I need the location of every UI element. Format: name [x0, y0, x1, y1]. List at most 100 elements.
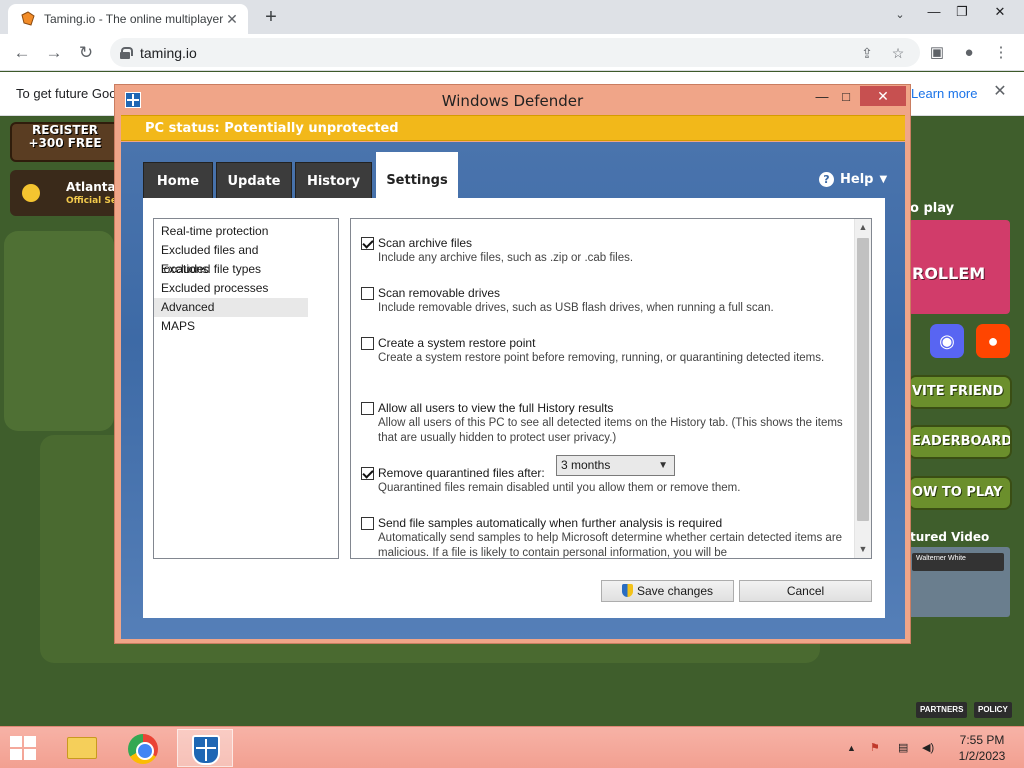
- featured-video-title: tured Video: [910, 530, 990, 544]
- browser-tab[interactable]: Taming.io - The online multiplayer ✕: [8, 4, 248, 34]
- option-description: Create a system restore point before rem…: [378, 352, 825, 364]
- defender-close-button[interactable]: ✕: [860, 86, 906, 106]
- nav-excluded-file-types[interactable]: Excluded file types: [154, 260, 308, 279]
- folder-icon: [67, 737, 97, 759]
- action-center-flag-icon[interactable]: ⚑: [870, 741, 880, 754]
- option-label: Send file samples automatically when fur…: [378, 516, 723, 530]
- info-bar-text: To get future Goo: [16, 86, 117, 101]
- option-label: Remove quarantined files after:: [378, 466, 545, 480]
- settings-content: Real-time protection Excluded files and …: [143, 198, 885, 618]
- server-selector[interactable]: Atlanta Official Se: [10, 170, 120, 216]
- scroll-down-icon[interactable]: ▼: [855, 541, 871, 558]
- save-changes-button[interactable]: Save changes: [601, 580, 734, 602]
- server-face-icon: [22, 184, 40, 202]
- clock-date: 1/2/2023: [958, 749, 1006, 763]
- quarantine-period-select[interactable]: 3 months ▼: [556, 455, 675, 476]
- option-label: Scan archive files: [378, 236, 473, 250]
- restore-point-checkbox[interactable]: [361, 336, 374, 350]
- defender-titlebar[interactable]: Windows Defender — □ ✕: [115, 85, 910, 113]
- help-menu[interactable]: ? Help ▼: [819, 172, 887, 187]
- remove-quarantined-checkbox[interactable]: [361, 466, 374, 480]
- featured-video-label: Walterner White: [912, 553, 1004, 571]
- option-history-results: Allow all users to view the full History…: [361, 400, 851, 446]
- scrollbar-thumb[interactable]: [857, 238, 869, 521]
- volume-icon[interactable]: ◀): [922, 741, 934, 754]
- option-restore-point: Create a system restore point Create a s…: [361, 335, 851, 366]
- defender-shield-icon: [192, 735, 220, 765]
- send-samples-checkbox[interactable]: [361, 516, 374, 530]
- info-bar-close-icon[interactable]: ✕: [990, 82, 1010, 102]
- nav-excluded-processes[interactable]: Excluded processes: [154, 279, 308, 298]
- tab-update[interactable]: Update: [216, 162, 292, 198]
- option-label: Create a system restore point: [378, 336, 536, 350]
- thumbnail-text: ROLLEM: [912, 264, 986, 283]
- nav-maps[interactable]: MAPS: [154, 317, 308, 336]
- chrome-icon: [128, 734, 158, 764]
- nav-excluded-files[interactable]: Excluded files and locations: [154, 241, 308, 276]
- tab-search-icon[interactable]: ⌄: [890, 8, 910, 26]
- tab-history[interactable]: History: [295, 162, 372, 198]
- tab-home[interactable]: Home: [143, 162, 213, 198]
- leaderboard-button[interactable]: EADERBOARD: [908, 425, 1012, 459]
- right-panel-title: o play: [910, 201, 955, 216]
- browser-menu-icon[interactable]: ⋮: [990, 42, 1012, 64]
- option-description: Include any archive files, such as .zip …: [378, 252, 634, 264]
- browser-close-button[interactable]: ✕: [984, 0, 1016, 26]
- lock-icon[interactable]: [120, 46, 133, 59]
- bookmark-star-icon[interactable]: ☆: [889, 44, 907, 62]
- taming-favicon-icon: [21, 11, 35, 26]
- option-send-samples: Send file samples automatically when fur…: [361, 515, 851, 558]
- address-bar[interactable]: taming.io ⇪ ☆: [110, 38, 920, 67]
- network-icon[interactable]: ▤: [898, 741, 908, 754]
- policy-button[interactable]: POLICY: [974, 702, 1012, 718]
- url-text: taming.io: [140, 44, 197, 61]
- defender-minimize-button[interactable]: —: [812, 87, 832, 107]
- uac-shield-icon: [621, 584, 633, 597]
- forward-button[interactable]: →: [41, 40, 67, 66]
- partners-button[interactable]: PARTNERS: [916, 702, 968, 718]
- scroll-up-icon[interactable]: ▲: [855, 219, 871, 236]
- reload-button[interactable]: ↻: [73, 40, 99, 66]
- browser-restore-button[interactable]: ❐: [946, 0, 978, 26]
- reddit-icon[interactable]: ●: [976, 324, 1010, 358]
- new-tab-button[interactable]: +: [260, 6, 282, 28]
- option-label: Scan removable drives: [378, 286, 501, 300]
- show-hidden-icons[interactable]: ▲: [847, 743, 856, 753]
- cancel-button[interactable]: Cancel: [739, 580, 872, 602]
- help-icon: ?: [819, 172, 834, 187]
- defender-maximize-button[interactable]: □: [836, 87, 856, 107]
- option-description: Quarantined files remain disabled until …: [378, 482, 741, 494]
- server-name: Atlanta: [66, 180, 116, 194]
- taskbar-windows-defender[interactable]: [177, 729, 233, 767]
- side-panel-icon[interactable]: ▣: [926, 42, 948, 64]
- nav-real-time-protection[interactable]: Real-time protection: [154, 222, 308, 241]
- register-bonus-label: +300 FREE: [28, 136, 102, 150]
- invite-friend-button[interactable]: VITE FRIEND: [908, 375, 1012, 409]
- nav-advanced[interactable]: Advanced: [154, 298, 308, 317]
- taskbar-file-explorer[interactable]: [53, 729, 109, 767]
- register-button[interactable]: REGISTER +300 FREE: [10, 122, 120, 162]
- history-results-checkbox[interactable]: [361, 401, 374, 415]
- options-scrollbar[interactable]: ▲ ▼: [854, 219, 871, 558]
- profile-avatar-icon[interactable]: ●: [958, 42, 980, 64]
- back-button[interactable]: ←: [9, 40, 35, 66]
- share-icon[interactable]: ⇪: [858, 44, 876, 62]
- browser-tab-strip: Taming.io - The online multiplayer ✕ + ⌄…: [0, 0, 1024, 34]
- how-to-play-button[interactable]: OW TO PLAY: [908, 476, 1012, 510]
- quarantine-period-value: 3 months: [561, 458, 611, 472]
- featured-video[interactable]: Walterner White: [908, 547, 1010, 617]
- tab-settings[interactable]: Settings: [376, 152, 458, 199]
- game-thumbnail[interactable]: ROLLEM: [908, 220, 1010, 314]
- scan-archive-checkbox[interactable]: [361, 236, 374, 250]
- option-scan-archive: Scan archive files Include any archive f…: [361, 235, 851, 266]
- start-button-icon[interactable]: [10, 736, 36, 760]
- pc-status-bar: PC status: Potentially unprotected: [121, 115, 905, 141]
- tab-close-icon[interactable]: ✕: [224, 11, 240, 27]
- learn-more-link[interactable]: Learn more: [911, 86, 977, 101]
- taskbar-clock[interactable]: 7:55 PM 1/2/2023: [950, 732, 1014, 764]
- windows-taskbar: ▲ ⚑ ▤ ◀) 7:55 PM 1/2/2023: [0, 726, 1024, 768]
- tab-title: Taming.io - The online multiplayer: [44, 12, 224, 26]
- discord-icon[interactable]: ◉: [930, 324, 964, 358]
- scan-removable-checkbox[interactable]: [361, 286, 374, 300]
- taskbar-chrome[interactable]: [115, 729, 171, 767]
